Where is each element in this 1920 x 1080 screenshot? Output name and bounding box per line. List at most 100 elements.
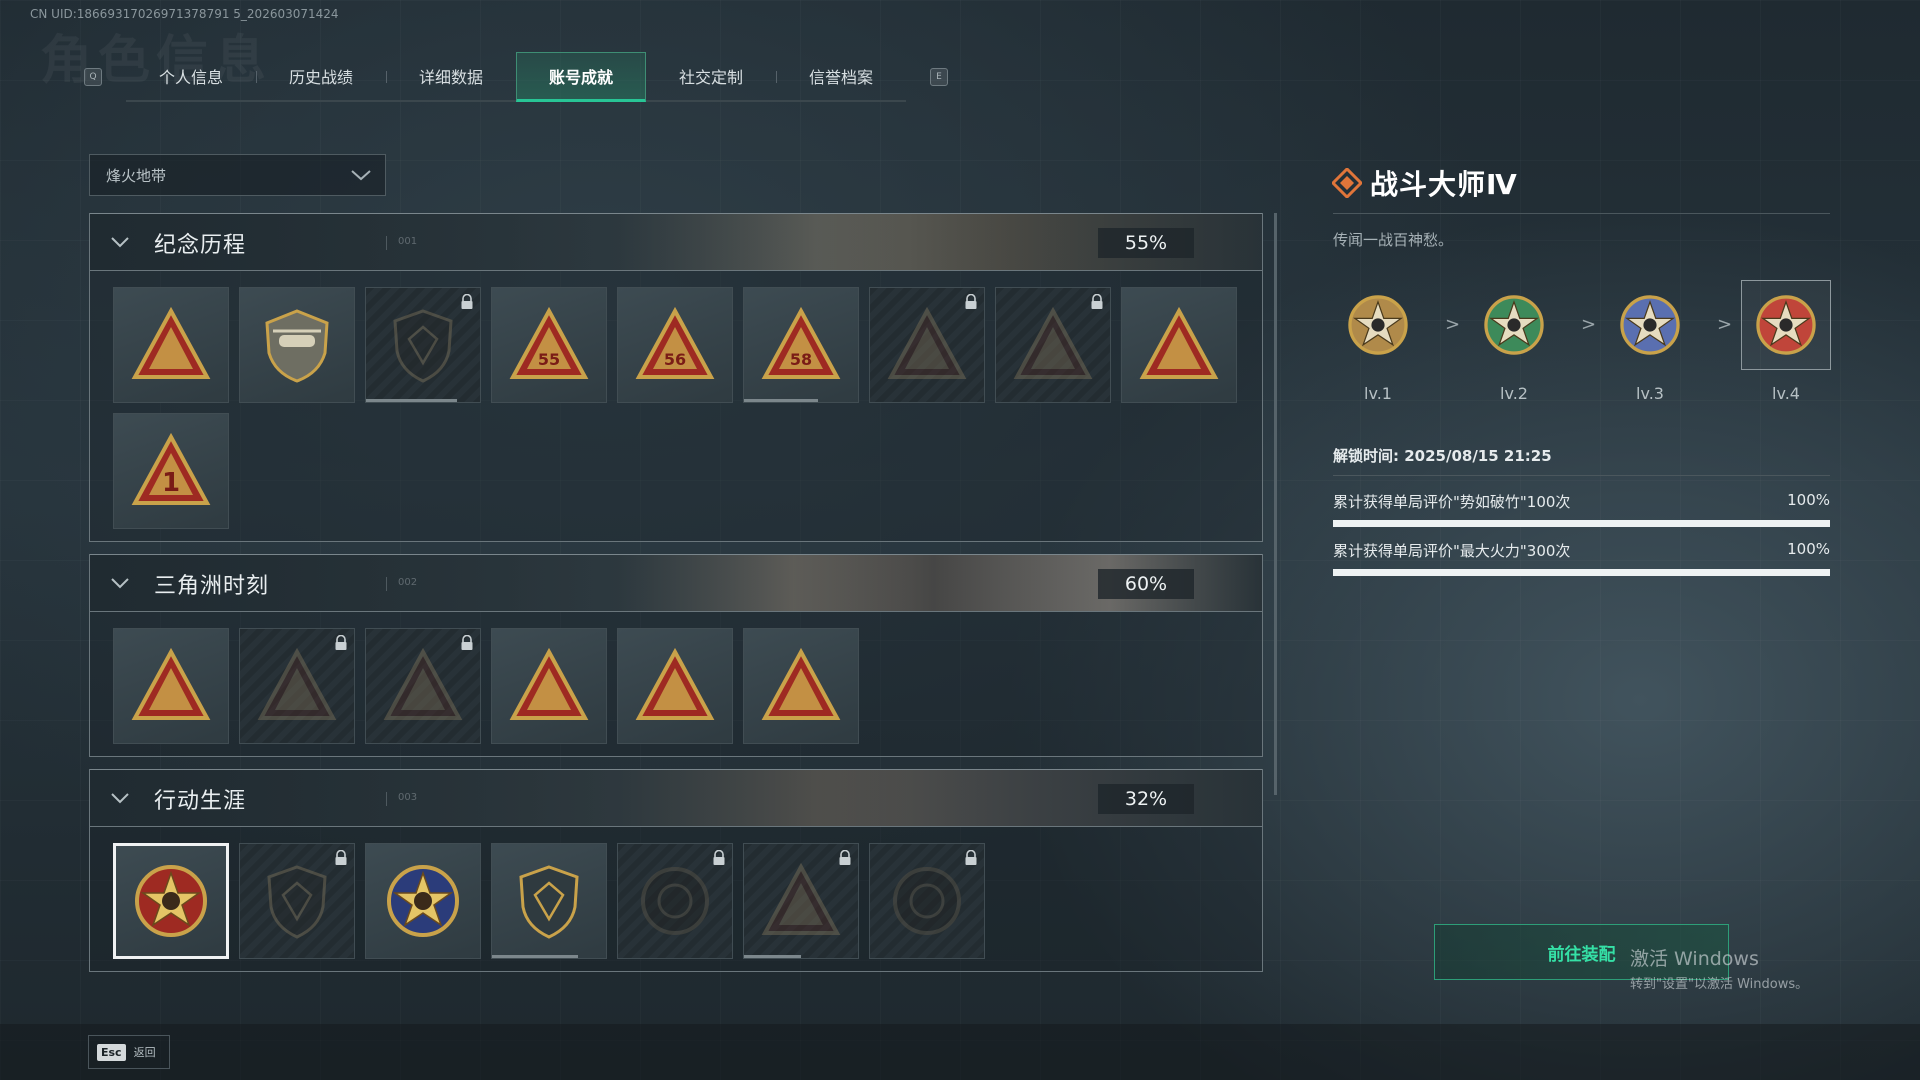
tab-2[interactable]: 详细数据 (386, 52, 516, 100)
lock-icon (461, 294, 473, 309)
unlock-time: 解锁时间: 2025/08/15 21:25 (1333, 447, 1552, 465)
eye-circle-badge-icon (893, 867, 961, 935)
tab-4[interactable]: 社交定制 (646, 52, 776, 100)
dark-shield-badge-icon (393, 309, 453, 383)
divider (386, 577, 387, 591)
achievement-title: 战斗大师Ⅳ (1370, 168, 1518, 201)
tab-0[interactable]: 个人信息 (126, 52, 256, 100)
section-header[interactable]: 纪念历程 001 55% (90, 213, 1262, 271)
badge-tile[interactable] (995, 287, 1111, 403)
badge-tile[interactable] (491, 843, 607, 959)
badge-tile[interactable] (743, 843, 859, 959)
prev-tab-key-hint[interactable]: Q (84, 68, 102, 86)
lock-icon (839, 850, 851, 865)
svg-text:58: 58 (790, 350, 812, 369)
achievement-description: 传闻一战百神愁。 (1333, 231, 1454, 249)
list-scrollbar[interactable] (1274, 213, 1277, 795)
tab-1[interactable]: 历史战绩 (256, 52, 386, 100)
badge-tile[interactable] (743, 628, 859, 744)
lock-icon (1091, 294, 1103, 309)
back-label: 返回 (133, 1046, 156, 1059)
section-title: 三角洲时刻 (154, 574, 270, 599)
requirement-progress-bar (1333, 520, 1830, 527)
badge-tile[interactable] (869, 287, 985, 403)
activation-line1: 激活 Windows (1630, 948, 1759, 970)
badge-tile[interactable] (239, 843, 355, 959)
crystal-shield-badge-icon (519, 865, 579, 939)
badge-tile[interactable] (239, 287, 355, 403)
requirement-item: 累计获得单局评价"最大火力"300次 100% (1333, 540, 1830, 576)
next-tab-key-hint[interactable]: E (930, 68, 948, 86)
badge-tile[interactable] (1121, 287, 1237, 403)
level-label: lv.4 (1772, 384, 1800, 403)
level-frame (1333, 280, 1423, 370)
section-completion-percent: 55% (1098, 228, 1194, 258)
badge-grid: 55 56 58 1 (90, 271, 1253, 541)
requirement-percent: 100% (1787, 491, 1830, 509)
requirement-item: 累计获得单局评价"势如破竹"100次 100% (1333, 491, 1830, 527)
badge-tile[interactable] (239, 628, 355, 744)
mode-filter-dropdown[interactable]: 烽火地带 (89, 154, 386, 196)
level-progression: lv.1 > lv.2 > lv.3 > lv.4 (1333, 280, 1833, 410)
stars-crest-badge-icon (387, 865, 459, 937)
badge-tile[interactable] (365, 843, 481, 959)
divider (1333, 213, 1830, 214)
section-code: 001 (398, 236, 418, 247)
level-arrow: > (1717, 314, 1733, 335)
level-star-badge-icon (1484, 295, 1544, 355)
section-header[interactable]: 行动生涯 003 32% (90, 769, 1262, 827)
badge-progress-bar (366, 399, 480, 402)
tab-strip: 个人信息 历史战绩 详细数据 账号成就 社交定制 信誉档案 (126, 52, 906, 102)
top-tab-bar: Q 个人信息 历史战绩 详细数据 账号成就 社交定制 信誉档案 E (84, 52, 948, 102)
badge-tile[interactable] (113, 843, 229, 959)
level-label: lv.1 (1364, 384, 1392, 403)
soldier-triangle-badge-icon (887, 306, 967, 379)
section-completion-percent: 60% (1098, 569, 1194, 599)
level-star-badge-icon (1620, 295, 1680, 355)
level-tier-2[interactable]: lv.2 (1469, 280, 1559, 403)
mountain-triangle-badge-icon (131, 306, 211, 379)
robot-triangle-badge-icon (131, 647, 211, 720)
team-triangle-badge-icon (635, 647, 715, 720)
divider (386, 236, 387, 250)
badge-tile[interactable] (617, 628, 733, 744)
level-arrow: > (1445, 314, 1461, 335)
collapse-chevron-icon[interactable] (110, 790, 130, 806)
badge-tile[interactable] (365, 287, 481, 403)
collapse-chevron-icon[interactable] (110, 575, 130, 591)
mode-filter-value: 烽火地带 (106, 166, 167, 185)
level-frame (1469, 280, 1559, 370)
lock-icon (965, 850, 977, 865)
badge-tile[interactable]: 56 (617, 287, 733, 403)
badge-tile[interactable] (365, 628, 481, 744)
achievement-diamond-icon (1332, 168, 1362, 198)
achievement-list: 纪念历程 001 55% 55 56 58 1 三角洲时刻 002 60% 行动… (89, 213, 1263, 984)
level-tier-3[interactable]: lv.3 (1605, 280, 1695, 403)
badge-progress-bar (744, 399, 858, 402)
requirement-text: 累计获得单局评价"势如破竹"100次 (1333, 493, 1571, 511)
back-button[interactable]: Esc 返回 (88, 1035, 170, 1069)
badge-tile[interactable] (869, 843, 985, 959)
chevron-shield-badge-icon (267, 865, 327, 939)
collapse-chevron-icon[interactable] (110, 234, 130, 250)
badge-tile[interactable] (491, 628, 607, 744)
badge-tile[interactable]: 58 (743, 287, 859, 403)
badge-tile[interactable] (113, 628, 229, 744)
requirement-progress-bar (1333, 569, 1830, 576)
skull-blades-badge-icon (1013, 306, 1093, 379)
achievement-section: 纪念历程 001 55% 55 56 58 1 (89, 213, 1263, 542)
level-tier-4[interactable]: lv.4 (1741, 280, 1831, 403)
lock-icon (713, 850, 725, 865)
badge-tile[interactable] (113, 287, 229, 403)
level-tier-1[interactable]: lv.1 (1333, 280, 1423, 403)
helmet-circle-badge-icon (641, 867, 709, 935)
badge-tile[interactable]: 55 (491, 287, 607, 403)
badge-tile[interactable] (617, 843, 733, 959)
tab-5[interactable]: 信誉档案 (776, 52, 906, 100)
section-header[interactable]: 三角洲时刻 002 60% (90, 554, 1262, 612)
section-title: 行动生涯 (154, 789, 247, 814)
battle-master-star-badge-icon (135, 865, 207, 937)
tab-3[interactable]: 账号成就 (516, 52, 646, 102)
section-banner-veil (90, 770, 1262, 826)
badge-tile[interactable]: 1 (113, 413, 229, 529)
